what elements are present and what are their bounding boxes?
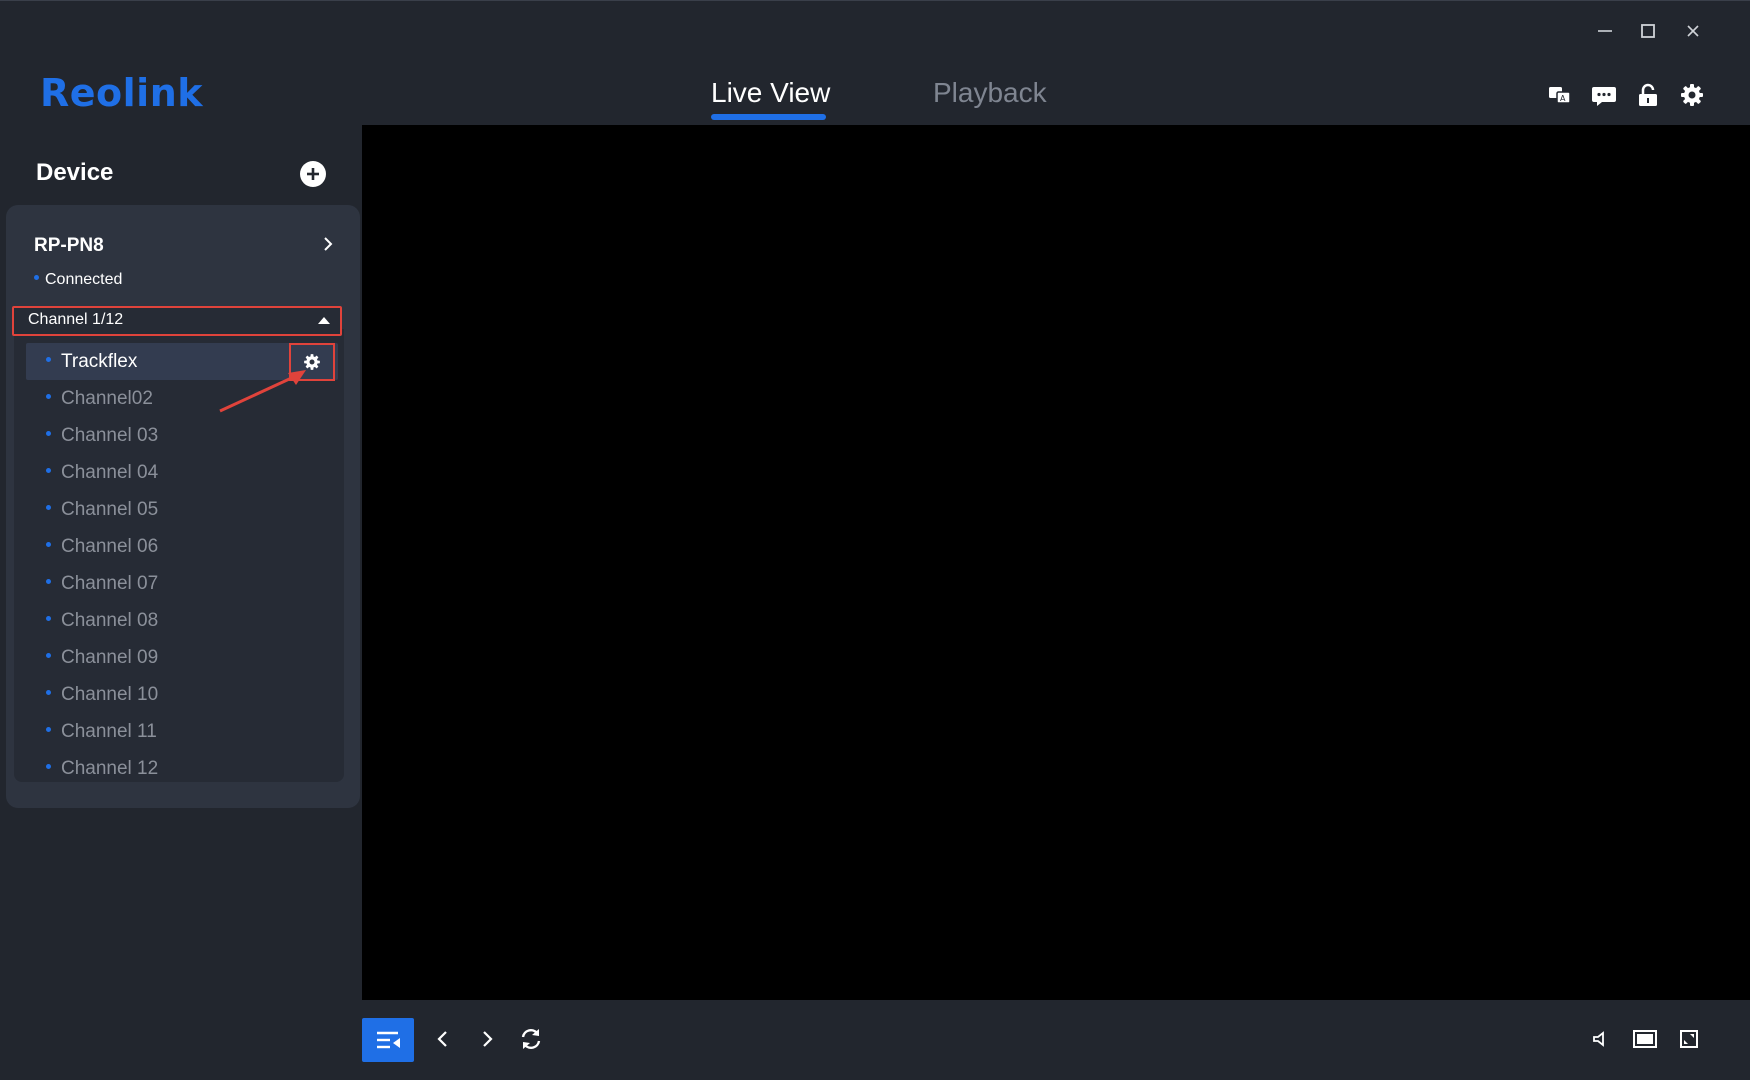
channel-item[interactable]: Channel 09 <box>26 639 338 676</box>
channel-dot <box>46 727 51 733</box>
refresh-icon[interactable] <box>510 1018 552 1060</box>
minimize-icon[interactable] <box>1593 19 1617 43</box>
channel-item[interactable]: Channel 06 <box>26 528 338 565</box>
maximize-icon[interactable] <box>1636 19 1660 43</box>
channel-group-toggle[interactable]: Channel 1/12 <box>12 306 342 336</box>
live-view-area[interactable] <box>362 125 1750 1000</box>
message-icon[interactable] <box>1590 81 1618 109</box>
single-screen-icon[interactable] <box>1624 1018 1666 1060</box>
channel-dot <box>46 579 51 585</box>
channel-label: Channel 12 <box>61 758 159 779</box>
channel-item[interactable]: Channel 12 <box>26 750 338 787</box>
channel-label: Channel02 <box>61 388 153 409</box>
bottom-toolbar <box>362 1000 1750 1080</box>
channel-dot <box>46 505 51 511</box>
chevron-left-icon[interactable] <box>422 1018 464 1060</box>
svg-text:A: A <box>1560 94 1566 103</box>
channel-dot <box>46 394 51 400</box>
chevron-right-icon[interactable] <box>319 231 339 257</box>
channel-label: Channel 11 <box>61 721 157 742</box>
header: Reolink Live View Playback A <box>0 1 1750 125</box>
tab-playback[interactable]: Playback <box>933 77 1047 109</box>
channel-item[interactable]: Channel 03 <box>26 417 338 454</box>
channel-label: Channel 07 <box>61 573 159 594</box>
channel-item[interactable]: Channel 04 <box>26 454 338 491</box>
translate-icon[interactable]: A <box>1546 81 1574 109</box>
channel-dot <box>46 468 51 474</box>
channel-group-label: Channel 1/12 <box>28 311 124 328</box>
caret-up-icon <box>318 317 330 324</box>
unlock-icon[interactable] <box>1634 81 1662 109</box>
channel-dot <box>46 431 51 437</box>
tab-live-view[interactable]: Live View <box>711 77 830 109</box>
annotation-arrow-icon <box>219 370 306 413</box>
active-tab-indicator <box>711 114 826 120</box>
channel-dot <box>46 690 51 696</box>
channel-item[interactable]: Channel 11 <box>26 713 338 750</box>
channel-dot <box>46 357 51 363</box>
device-sidebar: Device RP-PN8 Connected Channel 1/12 Tra… <box>0 125 362 1080</box>
plus-icon <box>307 168 319 180</box>
fullscreen-icon[interactable] <box>1668 1018 1710 1060</box>
volume-icon[interactable] <box>1579 1018 1621 1060</box>
channel-label: Channel 04 <box>61 462 159 483</box>
app-window: Reolink Live View Playback A Device RP-P… <box>0 0 1750 1080</box>
channel-item[interactable]: Channel 05 <box>26 491 338 528</box>
reolink-logo: Reolink <box>40 71 204 115</box>
gear-icon[interactable] <box>1678 81 1706 109</box>
device-name: RP-PN8 <box>34 235 104 256</box>
add-device-button[interactable] <box>300 161 326 187</box>
chevron-right-icon[interactable] <box>466 1018 508 1060</box>
device-status: Connected <box>34 271 122 289</box>
channel-dot <box>46 542 51 548</box>
device-status-label: Connected <box>45 271 123 288</box>
channel-dot <box>46 653 51 659</box>
channel-label: Trackflex <box>61 351 138 372</box>
status-dot <box>34 275 39 281</box>
channel-label: Channel 06 <box>61 536 159 557</box>
collapse-list-icon[interactable] <box>362 1018 414 1062</box>
channel-dot <box>46 616 51 622</box>
channel-item[interactable]: Channel 10 <box>26 676 338 713</box>
channel-label: Channel 10 <box>61 684 159 705</box>
channel-label: Channel 08 <box>61 610 159 631</box>
channel-item[interactable]: Channel 07 <box>26 565 338 602</box>
sidebar-title: Device <box>36 159 114 186</box>
close-icon[interactable] <box>1681 19 1705 43</box>
channel-item[interactable]: Channel 08 <box>26 602 338 639</box>
channel-label: Channel 05 <box>61 499 159 520</box>
channel-label: Channel 03 <box>61 425 159 446</box>
channel-label: Channel 09 <box>61 647 159 668</box>
channel-dot <box>46 764 51 770</box>
